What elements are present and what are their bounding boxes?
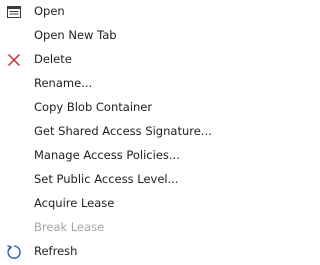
menu-item-label: Break Lease (34, 220, 105, 234)
close-x-icon (5, 51, 22, 68)
menu-item-label: Refresh (34, 244, 78, 258)
menu-item-delete[interactable]: Delete (0, 48, 229, 72)
menu-item-label: Copy Blob Container (34, 100, 153, 114)
menu-item-label: Delete (34, 52, 72, 66)
menu-item-label: Manage Access Policies... (34, 148, 180, 162)
menu-item-label: Open (34, 4, 65, 18)
menu-item-label: Rename... (34, 76, 93, 90)
menu-item-rename[interactable]: Rename... (0, 72, 229, 96)
menu-item-label: Acquire Lease (34, 196, 115, 210)
menu-item-acquire-lease[interactable]: Acquire Lease (0, 192, 229, 216)
menu-item-label: Get Shared Access Signature... (34, 124, 212, 138)
refresh-icon (5, 243, 22, 260)
menu-item-manage-access-policies[interactable]: Manage Access Policies... (0, 144, 229, 168)
menu-item-label: Open New Tab (34, 28, 117, 42)
menu-item-copy-blob-container[interactable]: Copy Blob Container (0, 96, 229, 120)
menu-item-break-lease: Break Lease (0, 216, 229, 240)
menu-item-set-public-access-level[interactable]: Set Public Access Level... (0, 168, 229, 192)
menu-item-open[interactable]: Open (0, 0, 229, 24)
window-icon (5, 3, 22, 20)
menu-item-refresh[interactable]: Refresh (0, 240, 229, 264)
menu-item-open-new-tab[interactable]: Open New Tab (0, 24, 229, 48)
menu-item-label: Set Public Access Level... (34, 172, 179, 186)
menu-item-get-shared-access-signature[interactable]: Get Shared Access Signature... (0, 120, 229, 144)
context-menu: Open Open New Tab Delete Rename... Copy … (0, 0, 229, 265)
